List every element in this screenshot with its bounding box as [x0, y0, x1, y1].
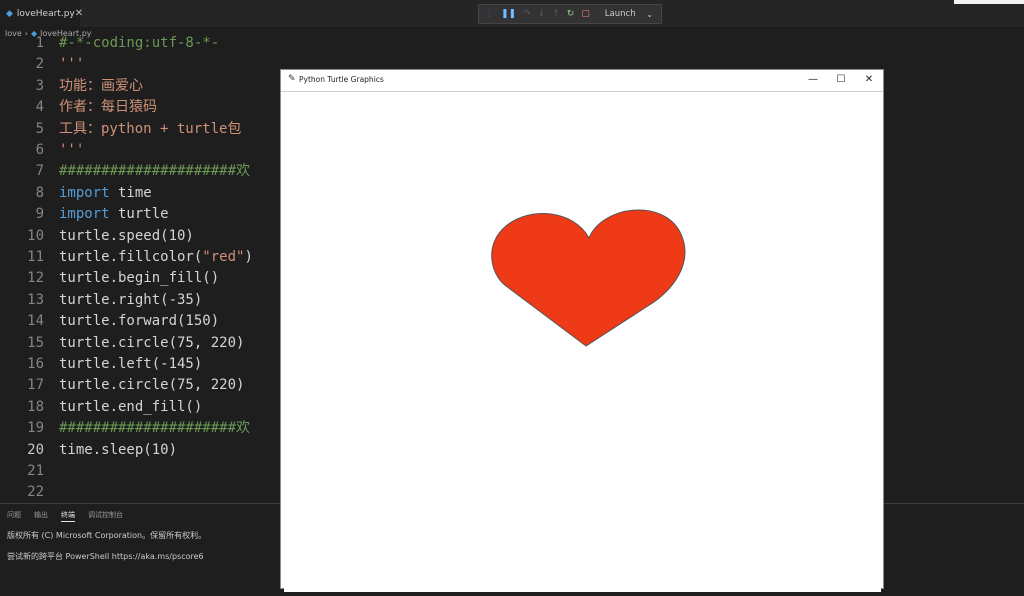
string-literal: "red"	[202, 249, 245, 265]
code-line[interactable]: 1 #-*-coding:utf-8-*-	[0, 33, 1024, 54]
step-over-icon[interactable]: ↷	[523, 9, 531, 19]
code-text: turtle.end_fill()	[59, 398, 203, 415]
code-text: turtle.circle(75, 220)	[59, 334, 245, 351]
code-text: #-*-coding:utf-8-*-	[59, 35, 220, 51]
code-text: turtle.begin_fill()	[59, 270, 220, 287]
line-number: 15	[27, 334, 44, 351]
line-number: 21	[27, 463, 44, 479]
code-text: #####################欢	[59, 163, 251, 180]
panel-tabs: 问题 输出 终端 调试控制台	[7, 510, 123, 522]
line-number: 16	[27, 356, 44, 372]
code-text: 功能：画爱心	[59, 77, 143, 94]
heart-drawing	[491, 209, 686, 347]
turtle-canvas	[284, 92, 881, 592]
terminal-line: 版权所有 (C) Microsoft Corporation。保留所有权利。	[7, 531, 207, 540]
line-number: 22	[27, 484, 44, 501]
keyword: import	[59, 184, 110, 201]
code-text: turtle.fillcolor("red")	[59, 247, 253, 268]
minimize-button[interactable]: —	[799, 72, 827, 88]
turtle-window-titlebar[interactable]: ✎ Python Turtle Graphics — ☐ ✕	[281, 70, 883, 92]
close-tab-icon[interactable]: ✕	[75, 8, 83, 19]
line-number: 4	[35, 99, 44, 116]
panel-tab-terminal[interactable]: 终端	[61, 510, 75, 522]
feather-icon: ✎	[288, 74, 296, 84]
code-text: turtle.forward(150)	[59, 313, 220, 330]
editor-tab-bar: ◆ loveHeart.py ✕ ⋮ ❚❚ ↷ ↓ ↑ ↻ ▢ Launch ⌄	[0, 0, 1024, 28]
drag-grip-icon[interactable]: ⋮	[485, 9, 494, 19]
line-number: 7	[35, 163, 44, 180]
heart-shape	[491, 209, 686, 347]
line-number: 2	[35, 56, 44, 73]
identifier: time	[109, 184, 152, 201]
code-text: import time	[59, 183, 152, 204]
code-text: '''	[59, 56, 85, 73]
line-number: 11	[27, 249, 44, 265]
stop-icon[interactable]: ▢	[581, 9, 590, 19]
line-number: 9	[35, 206, 44, 223]
code-text: time.sleep(10)	[59, 441, 178, 458]
keyword: import	[59, 206, 110, 223]
code-text: #####################欢	[59, 420, 251, 437]
line-number: 10	[27, 227, 44, 244]
line-number: 8	[35, 184, 44, 201]
identifier: turtle	[109, 206, 169, 223]
terminal-line: 尝试新的跨平台 PowerShell https://aka.ms/pscore…	[7, 552, 204, 561]
line-number: 13	[27, 291, 44, 308]
panel-tab-debug-console[interactable]: 调试控制台	[88, 510, 123, 522]
code-text: 工具：python + turtle包	[59, 120, 242, 137]
restart-icon[interactable]: ↻	[567, 9, 575, 19]
code-fragment: )	[244, 249, 253, 265]
line-number: 5	[35, 120, 44, 137]
panel-tab-problems[interactable]: 问题	[7, 510, 21, 522]
debug-toolbar: ⋮ ❚❚ ↷ ↓ ↑ ↻ ▢ Launch ⌄	[478, 4, 662, 24]
debug-config-select[interactable]: Launch	[605, 9, 636, 19]
turtle-window-title: Python Turtle Graphics	[299, 75, 384, 84]
code-text: turtle.left(-145)	[59, 356, 203, 372]
maximize-button[interactable]: ☐	[827, 72, 855, 88]
turtle-graphics-window[interactable]: ✎ Python Turtle Graphics — ☐ ✕	[280, 69, 884, 592]
line-number: 20	[27, 441, 44, 458]
close-button[interactable]: ✕	[855, 72, 883, 88]
step-out-icon[interactable]: ↑	[552, 9, 560, 19]
line-number: 17	[27, 377, 44, 394]
line-number: 1	[35, 35, 44, 51]
code-fragment: turtle.fillcolor(	[59, 249, 203, 265]
window-edge	[954, 0, 1024, 4]
pause-icon[interactable]: ❚❚	[501, 9, 516, 19]
code-text: turtle.right(-35)	[59, 291, 203, 308]
code-text: turtle.circle(75, 220)	[59, 377, 245, 394]
code-text: 作者：每日猿码	[59, 99, 157, 116]
editor-tab-label: loveHeart.py	[16, 8, 75, 19]
editor-tab-loveheart[interactable]: ◆ loveHeart.py ✕	[0, 0, 83, 27]
line-number: 19	[27, 420, 44, 437]
code-text: turtle.speed(10)	[59, 227, 194, 244]
line-number: 6	[35, 142, 44, 158]
code-text: '''	[59, 142, 85, 158]
line-number: 3	[35, 77, 44, 94]
line-number: 14	[27, 313, 44, 330]
python-file-icon: ◆	[6, 8, 13, 19]
step-into-icon[interactable]: ↓	[538, 9, 546, 19]
code-text: import turtle	[59, 204, 169, 225]
panel-tab-output[interactable]: 输出	[34, 510, 48, 522]
line-number: 12	[27, 270, 44, 287]
line-number: 18	[27, 398, 44, 415]
chevron-down-icon[interactable]: ⌄	[646, 10, 653, 19]
